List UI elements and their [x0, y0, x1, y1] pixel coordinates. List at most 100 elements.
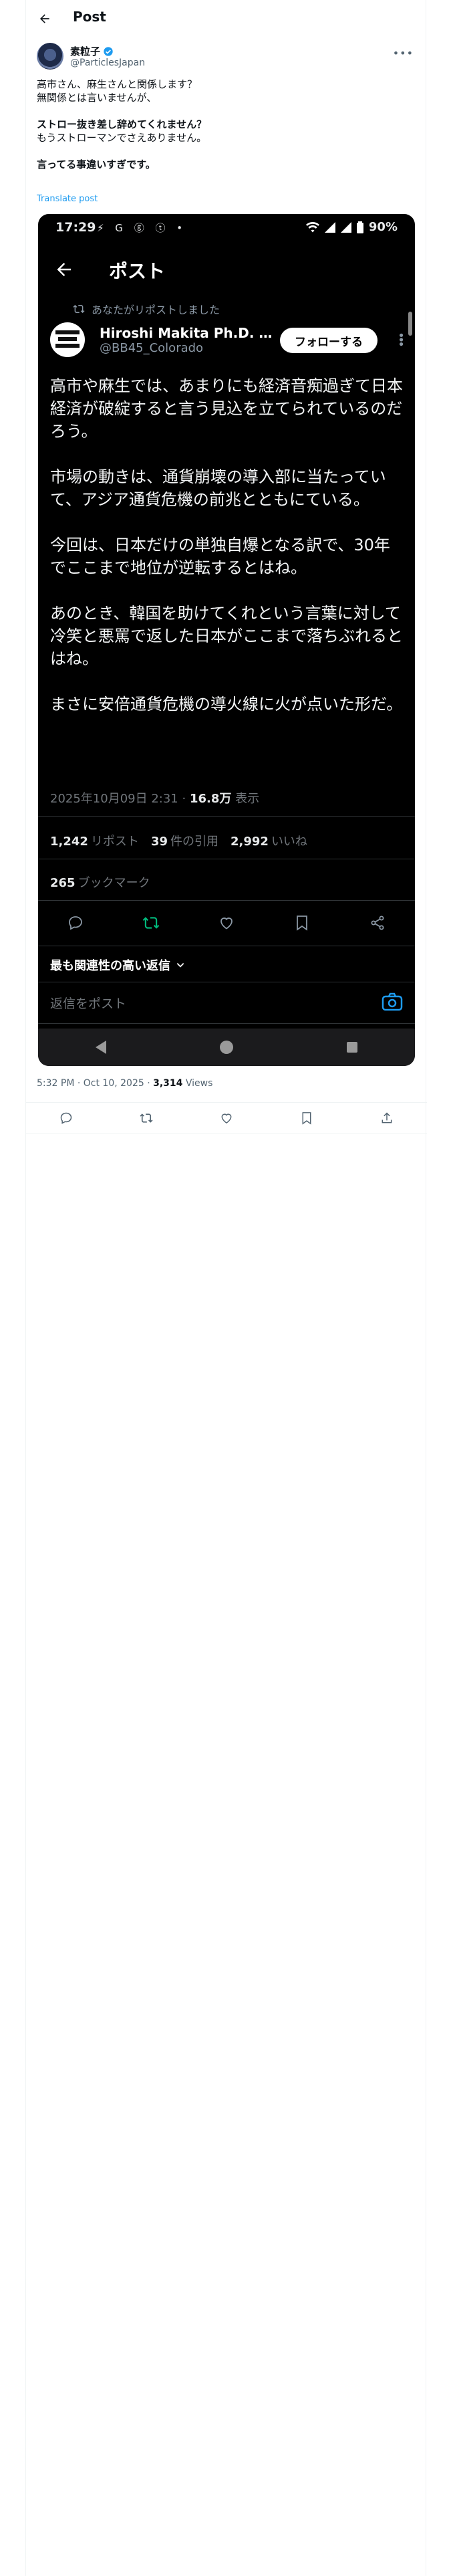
- verified-badge-icon: [104, 46, 113, 56]
- like-button[interactable]: [218, 1110, 235, 1126]
- top-bar: Post: [26, 0, 427, 37]
- translate-post-link[interactable]: Translate post: [37, 194, 98, 204]
- share-icon: [382, 1112, 392, 1123]
- repost-icon: [142, 917, 160, 929]
- tweet-paragraph: まさに安倍通貨危機の導火線に火が点いた形だ。: [50, 695, 403, 714]
- android-nav-bar: [38, 1029, 415, 1066]
- divider: [38, 900, 415, 901]
- author-handle[interactable]: @ParticlesJapan: [70, 58, 145, 68]
- reply-button[interactable]: [58, 1110, 74, 1126]
- more-options-icon[interactable]: •••: [394, 332, 408, 345]
- post-line: ストロー抜き差し辞めてくれません？: [37, 118, 207, 130]
- bookmarks-label: ブックマーク: [78, 876, 150, 890]
- bookmarks-stat[interactable]: 265 ブックマーク: [50, 873, 150, 891]
- quotes-stat[interactable]: 39 件の引用: [151, 832, 218, 849]
- share-icon: [371, 916, 384, 930]
- battery-icon: [356, 221, 363, 233]
- chevron-down-icon: [176, 963, 184, 968]
- tweet-date: 2025年10月09日 2:31 ·: [50, 792, 190, 806]
- nav-home-icon: [220, 1041, 233, 1054]
- bookmark-button[interactable]: [292, 913, 312, 933]
- signal-icon: [340, 221, 351, 233]
- reposts-label: リポスト: [90, 835, 139, 849]
- tweet-paragraph: 高市や麻生では、あまりにも経済音痴過ぎて日本経済が破綻すると言う見込を立てられて…: [50, 377, 403, 441]
- heart-icon: [220, 918, 233, 930]
- more-options-icon[interactable]: •••: [393, 47, 414, 60]
- scrollbar[interactable]: [408, 312, 412, 336]
- user-name[interactable]: Hiroshi Makita Ph.D. 難...: [100, 322, 280, 342]
- post-meta: 5:32 PM · Oct 10, 2025 · 3,314 Views: [37, 1078, 212, 1089]
- quotes-count: 39: [150, 835, 168, 849]
- nav-home-button[interactable]: [213, 1034, 240, 1061]
- phone-header: ポスト: [38, 247, 415, 294]
- tweet-views-label: 表示: [231, 792, 260, 806]
- nav-recents-icon: [347, 1042, 357, 1053]
- likes-label: いいね: [271, 835, 307, 849]
- reply-sort-selector[interactable]: 最も関連性の高い返信: [50, 956, 185, 974]
- back-button[interactable]: [35, 9, 54, 28]
- post-author: 素粒子 @ParticlesJapan •••: [37, 41, 416, 71]
- status-right-icons: 90%: [305, 220, 398, 234]
- tweet-views-count: 16.8万: [189, 792, 232, 806]
- quotes-label: 件の引用: [170, 835, 218, 849]
- reply-input[interactable]: 返信をポスト: [50, 994, 384, 1012]
- wifi-icon: [305, 221, 319, 232]
- post-timestamp[interactable]: 5:32 PM · Oct 10, 2025 ·: [37, 1078, 153, 1089]
- repost-icon: [140, 1113, 153, 1123]
- tweet-actions: [38, 903, 415, 943]
- repost-button[interactable]: [141, 913, 161, 933]
- repost-note: あなたがリポストしました: [73, 301, 220, 317]
- repost-button[interactable]: [138, 1110, 154, 1126]
- post-actions: [26, 1102, 427, 1134]
- heart-icon: [221, 1113, 232, 1123]
- tweet-paragraph: 今回は、日本だけの単独自爆となる訳で、30年でここまで地位が逆転するとはね。: [50, 536, 390, 577]
- tweet-body: 高市や麻生では、あまりにも経済音痴過ぎて日本経済が破綻すると言う見込を立てられて…: [50, 374, 403, 738]
- page-title: Post: [73, 9, 106, 25]
- reply-icon: [60, 1112, 72, 1124]
- share-button[interactable]: [379, 1110, 395, 1126]
- phone-page-title: ポスト: [109, 260, 166, 282]
- post-text: 高市さん、麻生さんと関係します？ 無関係とは言いませんが、 ストロー抜き差し辞め…: [37, 78, 416, 171]
- bookmark-button[interactable]: [299, 1110, 315, 1126]
- bookmark-icon: [296, 916, 307, 931]
- reply-icon: [69, 916, 83, 930]
- nav-back-icon: [96, 1041, 106, 1054]
- tweet-paragraph: あのとき、韓国を助けてくれという言葉に対して冷笑と悪罵で返した日本がここまで落ち…: [50, 604, 403, 668]
- phone-status-bar: 17:29 ⚡ G ⓖ ⓣ • 90%: [38, 214, 415, 241]
- like-button[interactable]: [216, 913, 237, 933]
- reply-sort-label: 最も関連性の高い返信: [50, 959, 170, 973]
- status-time: 17:29: [55, 220, 96, 235]
- author-name-link[interactable]: 素粒子: [70, 44, 114, 58]
- bookmarks-count: 265: [50, 876, 76, 890]
- arrow-left-icon[interactable]: [54, 259, 74, 280]
- post-line: 言ってる事違いすぎです。: [37, 158, 156, 171]
- tweet-meta: 2025年10月09日 2:31 · 16.8万 表示: [50, 789, 259, 807]
- avatar[interactable]: [50, 322, 85, 357]
- divider: [38, 1023, 415, 1024]
- post-line: もうストローマンでさえありません。: [37, 132, 207, 144]
- user-handle[interactable]: @BB45_Colorado: [100, 341, 203, 355]
- tweet-stats: 1,242 リポスト 39 件の引用 2,992 いいね: [50, 832, 307, 849]
- views-label: Views: [182, 1078, 213, 1089]
- embedded-screenshot[interactable]: 17:29 ⚡ G ⓖ ⓣ • 90% ポスト あなたがリポストしました Hir…: [38, 214, 415, 1066]
- avatar[interactable]: [37, 43, 63, 70]
- tweet-paragraph: 市場の動きは、通貨崩壊の導入部に当たっていて、アジア通貨危機の前兆とともにている…: [50, 467, 386, 509]
- reposts-count: 1,242: [50, 835, 88, 849]
- divider: [38, 816, 415, 817]
- likes-stat[interactable]: 2,992 いいね: [231, 832, 307, 849]
- share-button[interactable]: [367, 913, 388, 933]
- arrow-left-icon: [40, 14, 49, 23]
- post-line: 高市さん、麻生さんと関係します？: [37, 78, 198, 90]
- signal-icon: [324, 221, 335, 233]
- camera-icon[interactable]: [382, 992, 403, 1011]
- reposts-stat[interactable]: 1,242 リポスト: [50, 832, 139, 849]
- nav-back-button[interactable]: [88, 1034, 114, 1061]
- reply-button[interactable]: [65, 913, 86, 933]
- battery-percent: 90%: [368, 220, 398, 234]
- post-line: 無関係とは言いませんが、: [37, 92, 157, 104]
- bookmark-icon: [302, 1112, 311, 1125]
- views-count: 3,314: [153, 1078, 183, 1089]
- follow-button[interactable]: フォローする: [280, 328, 378, 353]
- notification-icons: ⚡ G ⓖ ⓣ •: [97, 222, 187, 234]
- nav-recents-button[interactable]: [339, 1034, 365, 1061]
